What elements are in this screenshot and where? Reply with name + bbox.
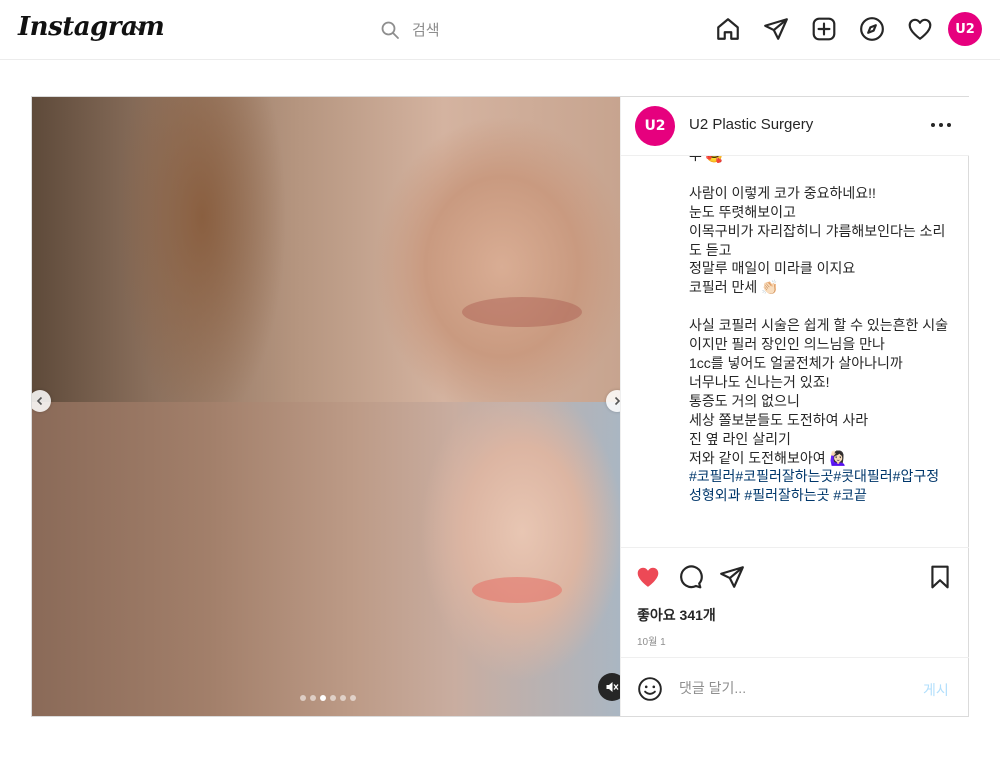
mute-button[interactable] (598, 673, 620, 701)
carousel-dot (340, 695, 346, 701)
like-heart-icon[interactable] (635, 564, 663, 592)
chevron-left-icon (36, 396, 43, 406)
photo-detail-lips (462, 297, 582, 327)
more-options-icon[interactable] (927, 113, 955, 137)
photo-lower-profile (32, 402, 620, 716)
caption-scroll-area[interactable]: 루 🥰 사람이 이렇게 코가 중요하네요!! 눈도 뚜렷해보이고 이목구비가 자… (621, 156, 969, 547)
activity-heart-icon[interactable] (905, 14, 935, 44)
caption-body: 루 🥰 사람이 이렇게 코가 중요하네요!! 눈도 뚜렷해보이고 이목구비가 자… (689, 156, 949, 466)
post-card: U2 U2 Plastic Surgery 루 🥰 사람이 이렇게 코가 중요하… (31, 96, 969, 717)
post-sidebar: U2 U2 Plastic Surgery 루 🥰 사람이 이렇게 코가 중요하… (620, 97, 969, 716)
carousel-dot (310, 695, 316, 701)
chevron-down-icon[interactable] (133, 22, 145, 34)
comment-input[interactable] (679, 676, 899, 700)
new-post-icon[interactable] (809, 14, 839, 44)
carousel-dot (330, 695, 336, 701)
post-date[interactable]: 10월 1 (637, 633, 666, 648)
author-username[interactable]: U2 Plastic Surgery (689, 116, 813, 133)
search-bar[interactable] (380, 14, 640, 46)
photo-upper-face (32, 97, 620, 402)
chevron-right-icon (614, 396, 620, 406)
emoji-icon[interactable] (637, 676, 663, 702)
post-header: U2 U2 Plastic Surgery (621, 97, 969, 156)
photo-detail-lips (472, 577, 562, 603)
caption-text: 루 🥰 사람이 이렇게 코가 중요하네요!! 눈도 뚜렷해보이고 이목구비가 자… (689, 156, 949, 505)
comment-icon[interactable] (677, 564, 705, 592)
share-icon[interactable] (719, 564, 747, 592)
direct-icon[interactable] (761, 14, 791, 44)
speaker-muted-icon (606, 682, 619, 692)
comment-bar: 게시 (621, 657, 969, 716)
carousel-dots (300, 695, 360, 701)
caption-hashtags[interactable]: #코필러#코필러잘하는곳#콧대필러#압구정성형외과 #필러잘하는곳 #코끝 (689, 468, 939, 503)
explore-icon[interactable] (857, 14, 887, 44)
search-input[interactable] (412, 21, 612, 39)
carousel-dot-active (320, 695, 326, 701)
nav-icons (713, 12, 953, 46)
author-avatar[interactable]: U2 (635, 106, 675, 146)
search-icon (381, 21, 399, 39)
carousel-dot (350, 695, 356, 701)
profile-avatar[interactable]: U2 (948, 12, 982, 46)
post-actions (621, 547, 969, 603)
top-nav: Instagram U2 (0, 0, 1000, 60)
post-comment-button[interactable]: 게시 (923, 680, 949, 700)
bookmark-icon[interactable] (927, 564, 955, 592)
post-media-carousel[interactable] (32, 97, 620, 716)
carousel-dot (300, 695, 306, 701)
home-icon[interactable] (713, 14, 743, 44)
like-count[interactable]: 좋아요 341개 (637, 605, 716, 625)
